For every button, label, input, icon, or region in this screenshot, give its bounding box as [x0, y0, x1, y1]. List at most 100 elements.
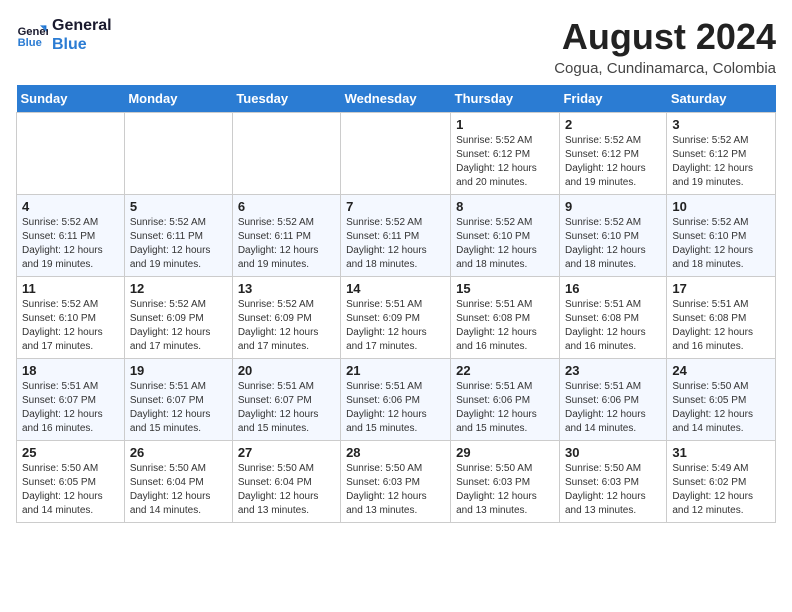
- day-info: Sunrise: 5:51 AM Sunset: 6:06 PM Dayligh…: [565, 380, 661, 436]
- col-header-thursday: Thursday: [451, 85, 560, 113]
- day-number: 14: [346, 281, 445, 296]
- calendar-cell: 18 Sunrise: 5:51 AM Sunset: 6:07 PM Dayli…: [17, 359, 125, 441]
- col-header-sunday: Sunday: [17, 85, 125, 113]
- day-info: Sunrise: 5:49 AM Sunset: 6:02 PM Dayligh…: [672, 462, 770, 518]
- day-number: 6: [238, 199, 335, 214]
- day-info: Sunrise: 5:52 AM Sunset: 6:12 PM Dayligh…: [565, 134, 661, 190]
- day-info: Sunrise: 5:50 AM Sunset: 6:04 PM Dayligh…: [238, 462, 335, 518]
- day-number: 28: [346, 445, 445, 460]
- day-info: Sunrise: 5:52 AM Sunset: 6:10 PM Dayligh…: [456, 216, 554, 272]
- calendar-cell: 13 Sunrise: 5:52 AM Sunset: 6:09 PM Dayli…: [232, 277, 340, 359]
- calendar-cell: 30 Sunrise: 5:50 AM Sunset: 6:03 PM Dayli…: [559, 441, 666, 523]
- day-number: 8: [456, 199, 554, 214]
- day-number: 26: [130, 445, 227, 460]
- day-number: 30: [565, 445, 661, 460]
- calendar-cell: 16 Sunrise: 5:51 AM Sunset: 6:08 PM Dayli…: [559, 277, 666, 359]
- logo: General Blue General Blue: [16, 16, 112, 54]
- calendar-cell: 24 Sunrise: 5:50 AM Sunset: 6:05 PM Dayli…: [667, 359, 776, 441]
- day-info: Sunrise: 5:52 AM Sunset: 6:12 PM Dayligh…: [672, 134, 770, 190]
- day-info: Sunrise: 5:50 AM Sunset: 6:05 PM Dayligh…: [672, 380, 770, 436]
- day-number: 17: [672, 281, 770, 296]
- day-number: 29: [456, 445, 554, 460]
- calendar-cell: 19 Sunrise: 5:51 AM Sunset: 6:07 PM Dayli…: [124, 359, 232, 441]
- calendar-cell: 27 Sunrise: 5:50 AM Sunset: 6:04 PM Dayli…: [232, 441, 340, 523]
- month-title: August 2024: [554, 16, 776, 58]
- col-header-monday: Monday: [124, 85, 232, 113]
- day-number: 1: [456, 117, 554, 132]
- day-number: 13: [238, 281, 335, 296]
- day-number: 27: [238, 445, 335, 460]
- logo-line2: Blue: [52, 35, 112, 54]
- day-info: Sunrise: 5:51 AM Sunset: 6:08 PM Dayligh…: [456, 298, 554, 354]
- day-info: Sunrise: 5:52 AM Sunset: 6:10 PM Dayligh…: [22, 298, 119, 354]
- calendar-cell: 12 Sunrise: 5:52 AM Sunset: 6:09 PM Dayli…: [124, 277, 232, 359]
- title-block: August 2024 Cogua, Cundinamarca, Colombi…: [554, 16, 776, 77]
- day-info: Sunrise: 5:51 AM Sunset: 6:08 PM Dayligh…: [672, 298, 770, 354]
- day-info: Sunrise: 5:52 AM Sunset: 6:09 PM Dayligh…: [238, 298, 335, 354]
- day-number: 21: [346, 363, 445, 378]
- day-number: 20: [238, 363, 335, 378]
- day-number: 23: [565, 363, 661, 378]
- day-info: Sunrise: 5:52 AM Sunset: 6:10 PM Dayligh…: [672, 216, 770, 272]
- calendar-cell: 9 Sunrise: 5:52 AM Sunset: 6:10 PM Daylig…: [559, 195, 666, 277]
- day-number: 2: [565, 117, 661, 132]
- day-info: Sunrise: 5:52 AM Sunset: 6:11 PM Dayligh…: [238, 216, 335, 272]
- day-info: Sunrise: 5:50 AM Sunset: 6:05 PM Dayligh…: [22, 462, 119, 518]
- calendar-cell: 3 Sunrise: 5:52 AM Sunset: 6:12 PM Daylig…: [667, 113, 776, 195]
- day-number: 11: [22, 281, 119, 296]
- day-number: 10: [672, 199, 770, 214]
- calendar-cell: 21Sunrise: 5:51 AM Sunset: 6:06 PM Dayli…: [341, 359, 451, 441]
- calendar-cell: [232, 113, 340, 195]
- day-number: 16: [565, 281, 661, 296]
- calendar-cell: 14Sunrise: 5:51 AM Sunset: 6:09 PM Dayli…: [341, 277, 451, 359]
- day-info: Sunrise: 5:50 AM Sunset: 6:03 PM Dayligh…: [346, 462, 445, 518]
- day-info: Sunrise: 5:52 AM Sunset: 6:11 PM Dayligh…: [22, 216, 119, 272]
- day-number: 9: [565, 199, 661, 214]
- day-info: Sunrise: 5:50 AM Sunset: 6:03 PM Dayligh…: [456, 462, 554, 518]
- calendar-cell: 20Sunrise: 5:51 AM Sunset: 6:07 PM Dayli…: [232, 359, 340, 441]
- calendar-cell: 11 Sunrise: 5:52 AM Sunset: 6:10 PM Dayli…: [17, 277, 125, 359]
- day-number: 7: [346, 199, 445, 214]
- day-number: 15: [456, 281, 554, 296]
- day-info: Sunrise: 5:51 AM Sunset: 6:07 PM Dayligh…: [130, 380, 227, 436]
- svg-text:Blue: Blue: [18, 37, 42, 49]
- day-number: 3: [672, 117, 770, 132]
- calendar-cell: 28 Sunrise: 5:50 AM Sunset: 6:03 PM Dayli…: [341, 441, 451, 523]
- day-number: 24: [672, 363, 770, 378]
- calendar-table: SundayMondayTuesdayWednesdayThursdayFrid…: [16, 85, 776, 523]
- day-info: Sunrise: 5:52 AM Sunset: 6:10 PM Dayligh…: [565, 216, 661, 272]
- day-info: Sunrise: 5:50 AM Sunset: 6:03 PM Dayligh…: [565, 462, 661, 518]
- day-info: Sunrise: 5:51 AM Sunset: 6:08 PM Dayligh…: [565, 298, 661, 354]
- calendar-cell: 2 Sunrise: 5:52 AM Sunset: 6:12 PM Daylig…: [559, 113, 666, 195]
- day-number: 12: [130, 281, 227, 296]
- calendar-cell: [124, 113, 232, 195]
- calendar-cell: 31Sunrise: 5:49 AM Sunset: 6:02 PM Dayli…: [667, 441, 776, 523]
- day-info: Sunrise: 5:52 AM Sunset: 6:09 PM Dayligh…: [130, 298, 227, 354]
- col-header-wednesday: Wednesday: [341, 85, 451, 113]
- calendar-cell: 15 Sunrise: 5:51 AM Sunset: 6:08 PM Dayli…: [451, 277, 560, 359]
- day-number: 18: [22, 363, 119, 378]
- col-header-tuesday: Tuesday: [232, 85, 340, 113]
- calendar-cell: 25 Sunrise: 5:50 AM Sunset: 6:05 PM Dayli…: [17, 441, 125, 523]
- calendar-cell: 10 Sunrise: 5:52 AM Sunset: 6:10 PM Dayli…: [667, 195, 776, 277]
- calendar-week-2: 4Sunrise: 5:52 AM Sunset: 6:11 PM Daylig…: [17, 195, 776, 277]
- calendar-cell: 17 Sunrise: 5:51 AM Sunset: 6:08 PM Dayli…: [667, 277, 776, 359]
- calendar-cell: 23 Sunrise: 5:51 AM Sunset: 6:06 PM Dayli…: [559, 359, 666, 441]
- col-header-friday: Friday: [559, 85, 666, 113]
- logo-line1: General: [52, 16, 112, 35]
- calendar-week-1: 1 Sunrise: 5:52 AM Sunset: 6:12 PM Daylig…: [17, 113, 776, 195]
- page-header: General Blue General Blue August 2024 Co…: [16, 16, 776, 77]
- calendar-cell: 8 Sunrise: 5:52 AM Sunset: 6:10 PM Daylig…: [451, 195, 560, 277]
- day-info: Sunrise: 5:51 AM Sunset: 6:07 PM Dayligh…: [22, 380, 119, 436]
- day-number: 25: [22, 445, 119, 460]
- calendar-cell: 29 Sunrise: 5:50 AM Sunset: 6:03 PM Dayli…: [451, 441, 560, 523]
- calendar-cell: 6 Sunrise: 5:52 AM Sunset: 6:11 PM Daylig…: [232, 195, 340, 277]
- col-header-saturday: Saturday: [667, 85, 776, 113]
- calendar-week-3: 11 Sunrise: 5:52 AM Sunset: 6:10 PM Dayli…: [17, 277, 776, 359]
- day-number: 19: [130, 363, 227, 378]
- calendar-week-5: 25 Sunrise: 5:50 AM Sunset: 6:05 PM Dayli…: [17, 441, 776, 523]
- calendar-cell: [17, 113, 125, 195]
- day-number: 22: [456, 363, 554, 378]
- location-subtitle: Cogua, Cundinamarca, Colombia: [554, 60, 776, 77]
- day-info: Sunrise: 5:50 AM Sunset: 6:04 PM Dayligh…: [130, 462, 227, 518]
